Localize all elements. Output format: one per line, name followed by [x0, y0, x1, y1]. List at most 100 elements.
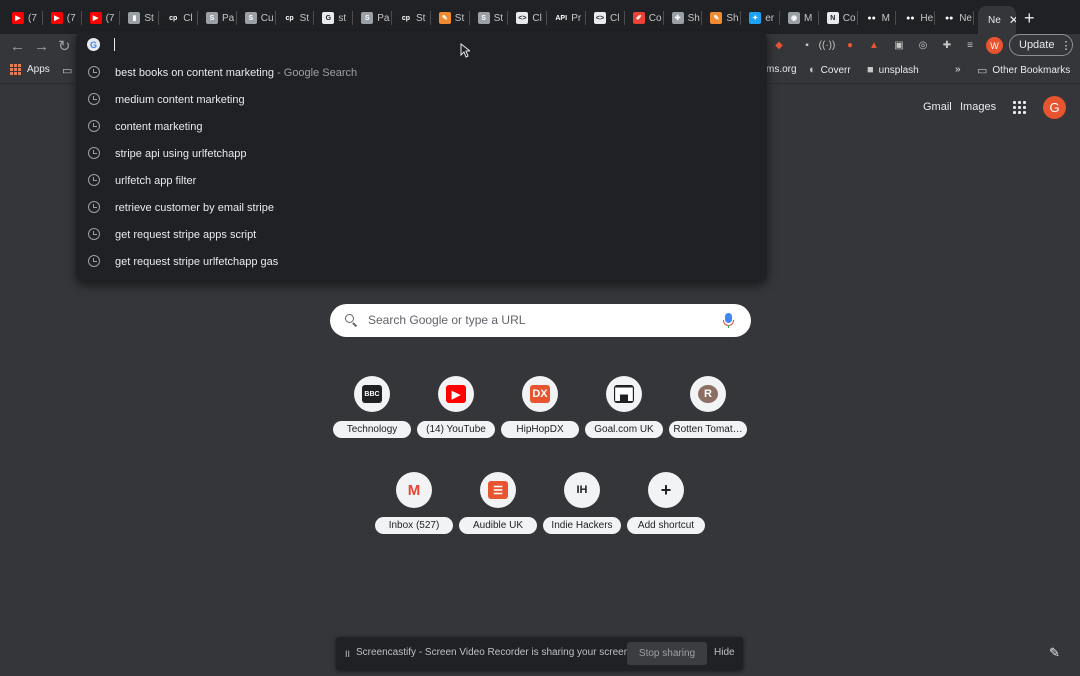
hide-button[interactable]: Hide [714, 647, 735, 658]
history-clock-icon [88, 255, 100, 267]
puzzle-icon[interactable]: ✚ [940, 39, 954, 51]
suggestion-query: urlfetch app filter [115, 174, 197, 187]
tab-separator [778, 11, 780, 25]
tab[interactable]: ▶ (7 [84, 7, 121, 29]
search-input[interactable] [368, 311, 708, 329]
medium-icon: ●● [904, 12, 917, 24]
shortcut-icon-circle: ▶ [438, 376, 474, 412]
shortcut-tile[interactable]: DX HipHopDX [500, 376, 580, 446]
tab-active[interactable]: Ne ✕ [978, 6, 1016, 34]
fox-icon[interactable]: ▲ [867, 39, 881, 51]
tab[interactable]: ●● M [860, 7, 897, 29]
shortcut-label: (14) YouTube [417, 421, 495, 438]
screencastify-bar: II Screencastify - Screen Video Recorder… [336, 637, 743, 670]
bookmark-item[interactable]: ■ unsplash [867, 64, 919, 76]
suggestion-item[interactable]: stripe api using urlfetchapp [76, 140, 767, 167]
recorder-icon[interactable]: ● [843, 39, 857, 51]
bookmark-item[interactable]: ms.org [766, 64, 797, 75]
tab-label: Pa [377, 12, 390, 24]
gmail-link[interactable]: Gmail [923, 101, 952, 113]
tab[interactable]: S Pa [200, 7, 237, 29]
medium-icon: ●● [943, 12, 956, 24]
window-icon[interactable]: ▣ [892, 39, 906, 51]
tab-label: (7 [105, 12, 115, 24]
bookmark-label: unsplash [878, 64, 919, 76]
suggestion-item[interactable]: best books on content marketing - Google… [76, 59, 767, 86]
shortcut-tile[interactable]: + Add shortcut [626, 472, 706, 542]
back-button[interactable]: ← [10, 38, 25, 56]
tab[interactable]: cp St [278, 7, 315, 29]
rotten-tomatoes-icon: R [698, 385, 718, 403]
tab-label: St [299, 12, 310, 24]
bookmark-apps[interactable]: Apps [10, 64, 50, 75]
bookmark-item[interactable]: ◐ Coverr [809, 64, 851, 76]
profile-avatar[interactable]: G [1043, 96, 1066, 119]
tab[interactable]: ●● Ne [937, 7, 974, 29]
suggestion-item[interactable]: get request stripe apps script [76, 221, 767, 248]
suggestion-item[interactable]: urlfetch app filter [76, 167, 767, 194]
shortcut-label: Rotten Tomat… [669, 421, 747, 438]
shortcut-tile[interactable]: ☰ Audible UK [458, 472, 538, 542]
suggestion-item[interactable]: retrieve customer by email stripe [76, 194, 767, 221]
tab[interactable]: S Pa [355, 7, 392, 29]
stop-sharing-button[interactable]: Stop sharing [627, 642, 707, 665]
bookmarks-overflow-button[interactable]: » [955, 64, 961, 75]
globe-icon[interactable]: ◎ [916, 39, 930, 51]
tab[interactable]: ✐ Co [627, 7, 664, 29]
suggestion-item[interactable]: get request stripe urlfetchapp gas [76, 248, 767, 275]
tab[interactable]: ✎ St [433, 7, 470, 29]
tab[interactable]: cp Cl [161, 7, 198, 29]
cp-icon: cp [167, 12, 180, 24]
suggestion-query: content marketing [115, 120, 203, 133]
search-box[interactable] [330, 304, 751, 337]
profile-avatar-small[interactable]: W [986, 37, 1003, 54]
images-link[interactable]: Images [960, 101, 996, 113]
tab[interactable]: ✚ Sh [666, 7, 703, 29]
hiphopdx-icon: DX [530, 385, 550, 403]
tab[interactable]: ✎ Sh [704, 7, 742, 29]
code-icon: <> [516, 12, 529, 24]
tab[interactable]: ▮ St [122, 7, 160, 29]
new-tab-button[interactable]: + [1024, 8, 1035, 28]
bbc-icon: BBC [362, 385, 382, 403]
shortcut-tile[interactable]: ▶ (14) YouTube [416, 376, 496, 446]
suggestion-text: best books on content marketing - Google… [115, 67, 357, 79]
history-clock-icon [88, 66, 100, 78]
omnibox[interactable]: G [76, 31, 767, 59]
tab-label: (7 [66, 12, 76, 24]
close-tab-icon[interactable]: ✕ [1009, 13, 1016, 27]
tab[interactable]: ✦ er [743, 7, 780, 29]
tab[interactable]: <> Cl [510, 7, 548, 29]
customize-pencil-icon[interactable]: ✎ [1049, 645, 1060, 661]
tab[interactable]: N Co [821, 7, 858, 29]
tab-label: Ne [959, 12, 972, 24]
shortcut-tile[interactable]: R Rotten Tomat… [668, 376, 748, 446]
tab[interactable]: S Cu [239, 7, 276, 29]
extension-icon[interactable]: ▪ [800, 39, 814, 51]
suggestion-item[interactable]: medium content marketing [76, 86, 767, 113]
bookmark-other[interactable]: ▭ Other Bookmarks [977, 64, 1070, 77]
reload-button[interactable]: ↻ [58, 38, 71, 56]
tab[interactable]: S St [472, 7, 509, 29]
tab[interactable]: ▶ (7 [45, 7, 82, 29]
shortcut-tile[interactable]: BBC Technology [332, 376, 412, 446]
tab[interactable]: ▶ (7 [6, 7, 43, 29]
broadcast-icon[interactable]: ((·)) [819, 39, 836, 51]
shortcut-tile[interactable]: IH Indie Hackers [542, 472, 622, 542]
tab[interactable]: <> Cl [588, 7, 625, 29]
suggestion-item[interactable]: content marketing [76, 113, 767, 140]
tab[interactable]: ◉ M [782, 7, 819, 29]
shortcut-tile[interactable]: ▛▜ Goal.com UK [584, 376, 664, 446]
tab[interactable]: cp St [394, 7, 431, 29]
suggestion-query: medium content marketing [115, 93, 245, 106]
media-queue-icon[interactable]: ≡ [963, 39, 977, 51]
tab[interactable]: ●● He [898, 7, 936, 29]
update-button[interactable]: Update ⋮ [1009, 34, 1073, 56]
brave-shield-icon[interactable]: ◆ [772, 39, 786, 51]
forward-button[interactable]: → [34, 38, 49, 56]
s-icon: S [477, 12, 490, 24]
tab[interactable]: Gst [316, 7, 354, 29]
google-apps-icon[interactable] [1013, 101, 1026, 114]
shortcut-tile[interactable]: M Inbox (527) [374, 472, 454, 542]
tab[interactable]: API Pr [549, 7, 586, 29]
